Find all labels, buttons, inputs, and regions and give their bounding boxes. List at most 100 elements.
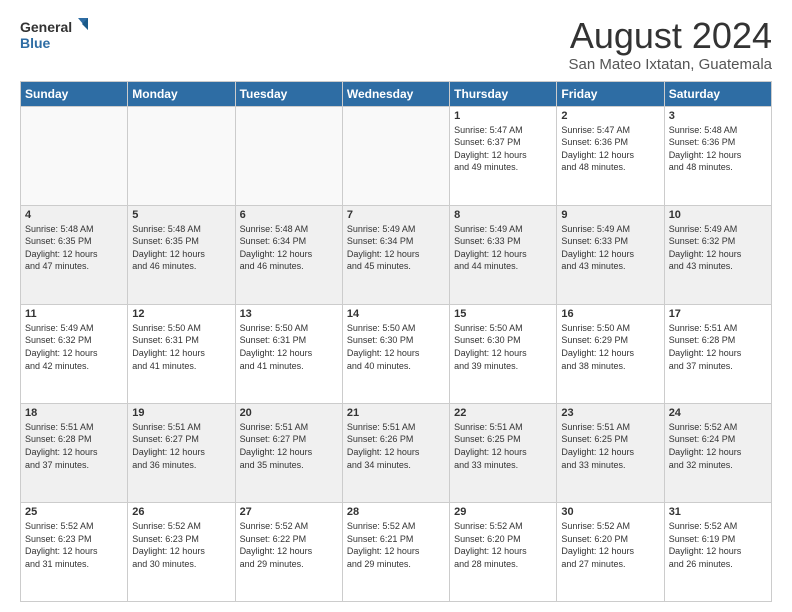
- table-row: 31 Sunrise: 5:52 AM Sunset: 6:19 PM Dayli…: [664, 502, 771, 601]
- day-number: 11: [25, 308, 123, 320]
- table-row: 3Sunrise: 5:48 AM Sunset: 6:36 PM Daylig…: [664, 106, 771, 205]
- day-info: Sunrise: 5:52 AM Sunset: 6:21 PM Dayligh…: [347, 520, 445, 570]
- day-number: 12: [132, 308, 230, 320]
- table-row: 14 Sunrise: 5:50 AM Sunset: 6:30 PM Dayli…: [342, 304, 449, 403]
- page: General Blue August 2024 San Mateo Ixtat…: [0, 0, 792, 612]
- day-number: 1: [454, 110, 552, 122]
- day-info: Sunrise: 5:50 AM Sunset: 6:31 PM Dayligh…: [240, 322, 338, 372]
- day-number: 31: [669, 506, 767, 518]
- table-row: [128, 106, 235, 205]
- day-info: Sunrise: 5:52 AM Sunset: 6:20 PM Dayligh…: [454, 520, 552, 570]
- day-number: 30: [561, 506, 659, 518]
- day-info: Sunrise: 5:52 AM Sunset: 6:22 PM Dayligh…: [240, 520, 338, 570]
- day-number: 16: [561, 308, 659, 320]
- table-row: 22 Sunrise: 5:51 AM Sunset: 6:25 PM Dayli…: [450, 403, 557, 502]
- col-wednesday: Wednesday: [342, 81, 449, 106]
- day-info: Sunrise: 5:51 AM Sunset: 6:25 PM Dayligh…: [454, 421, 552, 471]
- table-row: 11 Sunrise: 5:49 AM Sunset: 6:32 PM Dayli…: [21, 304, 128, 403]
- day-number: 13: [240, 308, 338, 320]
- table-row: 28 Sunrise: 5:52 AM Sunset: 6:21 PM Dayli…: [342, 502, 449, 601]
- day-number: 27: [240, 506, 338, 518]
- day-number: 24: [669, 407, 767, 419]
- table-row: 6 Sunrise: 5:48 AM Sunset: 6:34 PM Daylig…: [235, 205, 342, 304]
- table-row: [235, 106, 342, 205]
- calendar-header-row: Sunday Monday Tuesday Wednesday Thursday…: [21, 81, 772, 106]
- day-number: 20: [240, 407, 338, 419]
- col-saturday: Saturday: [664, 81, 771, 106]
- calendar-week-row: 1 Sunrise: 5:47 AM Sunset: 6:37 PM Daylig…: [21, 106, 772, 205]
- day-info: Sunrise: 5:51 AM Sunset: 6:26 PM Dayligh…: [347, 421, 445, 471]
- day-info: Sunrise: 5:48 AM Sunset: 6:34 PM Dayligh…: [240, 223, 338, 273]
- day-number: 15: [454, 308, 552, 320]
- table-row: 30 Sunrise: 5:52 AM Sunset: 6:20 PM Dayli…: [557, 502, 664, 601]
- table-row: 5 Sunrise: 5:48 AM Sunset: 6:35 PM Daylig…: [128, 205, 235, 304]
- day-info: Sunrise: 5:51 AM Sunset: 6:28 PM Dayligh…: [669, 322, 767, 372]
- table-row: 29 Sunrise: 5:52 AM Sunset: 6:20 PM Dayli…: [450, 502, 557, 601]
- day-info: Sunrise: 5:47 AM Sunset: 6:37 PM Dayligh…: [454, 124, 552, 174]
- table-row: 16 Sunrise: 5:50 AM Sunset: 6:29 PM Dayli…: [557, 304, 664, 403]
- table-row: 19Sunrise: 5:51 AM Sunset: 6:27 PM Dayli…: [128, 403, 235, 502]
- day-number: 14: [347, 308, 445, 320]
- col-thursday: Thursday: [450, 81, 557, 106]
- col-friday: Friday: [557, 81, 664, 106]
- logo-svg: General Blue: [20, 16, 90, 58]
- title-block: August 2024 San Mateo Ixtatan, Guatemala: [569, 16, 772, 73]
- table-row: 21 Sunrise: 5:51 AM Sunset: 6:26 PM Dayli…: [342, 403, 449, 502]
- day-number: 2: [561, 110, 659, 122]
- day-number: 7: [347, 209, 445, 221]
- col-tuesday: Tuesday: [235, 81, 342, 106]
- table-row: 2Sunrise: 5:47 AM Sunset: 6:36 PM Daylig…: [557, 106, 664, 205]
- day-info: Sunrise: 5:49 AM Sunset: 6:33 PM Dayligh…: [454, 223, 552, 273]
- day-number: 8: [454, 209, 552, 221]
- day-info: Sunrise: 5:51 AM Sunset: 6:28 PM Dayligh…: [25, 421, 123, 471]
- table-row: 18 Sunrise: 5:51 AM Sunset: 6:28 PM Dayli…: [21, 403, 128, 502]
- day-info: Sunrise: 5:49 AM Sunset: 6:33 PM Dayligh…: [561, 223, 659, 273]
- day-info: Sunrise: 5:52 AM Sunset: 6:20 PM Dayligh…: [561, 520, 659, 570]
- day-info: Sunrise: 5:48 AM Sunset: 6:35 PM Dayligh…: [25, 223, 123, 273]
- day-info: Sunrise: 5:52 AM Sunset: 6:23 PM Dayligh…: [132, 520, 230, 570]
- table-row: [342, 106, 449, 205]
- day-info: Sunrise: 5:50 AM Sunset: 6:30 PM Dayligh…: [454, 322, 552, 372]
- day-number: 29: [454, 506, 552, 518]
- day-number: 21: [347, 407, 445, 419]
- table-row: 25Sunrise: 5:52 AM Sunset: 6:23 PM Dayli…: [21, 502, 128, 601]
- svg-text:Blue: Blue: [20, 35, 51, 51]
- day-number: 17: [669, 308, 767, 320]
- table-row: 17 Sunrise: 5:51 AM Sunset: 6:28 PM Dayli…: [664, 304, 771, 403]
- day-info: Sunrise: 5:50 AM Sunset: 6:30 PM Dayligh…: [347, 322, 445, 372]
- calendar-week-row: 25 Sunrise: 5:52 AM Sunset: 6:23 PM Dayli…: [21, 502, 772, 601]
- day-number: 26: [132, 506, 230, 518]
- day-number: 5: [132, 209, 230, 221]
- day-number: 19: [132, 407, 230, 419]
- day-info: Sunrise: 5:52 AM Sunset: 6:19 PM Dayligh…: [669, 520, 767, 570]
- table-row: 4 Sunrise: 5:48 AM Sunset: 6:35 PM Daylig…: [21, 205, 128, 304]
- day-number: 3: [669, 110, 767, 122]
- logo: General Blue: [20, 16, 90, 58]
- table-row: 9Sunrise: 5:49 AM Sunset: 6:33 PM Daylig…: [557, 205, 664, 304]
- day-info: Sunrise: 5:50 AM Sunset: 6:29 PM Dayligh…: [561, 322, 659, 372]
- day-number: 25: [25, 506, 123, 518]
- table-row: 27 Sunrise: 5:52 AM Sunset: 6:22 PM Dayli…: [235, 502, 342, 601]
- table-row: 20 Sunrise: 5:51 AM Sunset: 6:27 PM Dayli…: [235, 403, 342, 502]
- col-monday: Monday: [128, 81, 235, 106]
- svg-text:General: General: [20, 19, 72, 35]
- table-row: 15 Sunrise: 5:50 AM Sunset: 6:30 PM Dayli…: [450, 304, 557, 403]
- calendar-week-row: 11 Sunrise: 5:49 AM Sunset: 6:32 PM Dayli…: [21, 304, 772, 403]
- day-info: Sunrise: 5:49 AM Sunset: 6:32 PM Dayligh…: [25, 322, 123, 372]
- day-number: 23: [561, 407, 659, 419]
- day-number: 28: [347, 506, 445, 518]
- col-sunday: Sunday: [21, 81, 128, 106]
- day-number: 18: [25, 407, 123, 419]
- day-number: 4: [25, 209, 123, 221]
- day-info: Sunrise: 5:48 AM Sunset: 6:35 PM Dayligh…: [132, 223, 230, 273]
- day-info: Sunrise: 5:51 AM Sunset: 6:27 PM Dayligh…: [240, 421, 338, 471]
- day-number: 10: [669, 209, 767, 221]
- table-row: 12Sunrise: 5:50 AM Sunset: 6:31 PM Dayli…: [128, 304, 235, 403]
- day-number: 22: [454, 407, 552, 419]
- table-row: 7Sunrise: 5:49 AM Sunset: 6:34 PM Daylig…: [342, 205, 449, 304]
- day-info: Sunrise: 5:49 AM Sunset: 6:32 PM Dayligh…: [669, 223, 767, 273]
- table-row: 13 Sunrise: 5:50 AM Sunset: 6:31 PM Dayli…: [235, 304, 342, 403]
- day-number: 6: [240, 209, 338, 221]
- table-row: 8 Sunrise: 5:49 AM Sunset: 6:33 PM Daylig…: [450, 205, 557, 304]
- table-row: [21, 106, 128, 205]
